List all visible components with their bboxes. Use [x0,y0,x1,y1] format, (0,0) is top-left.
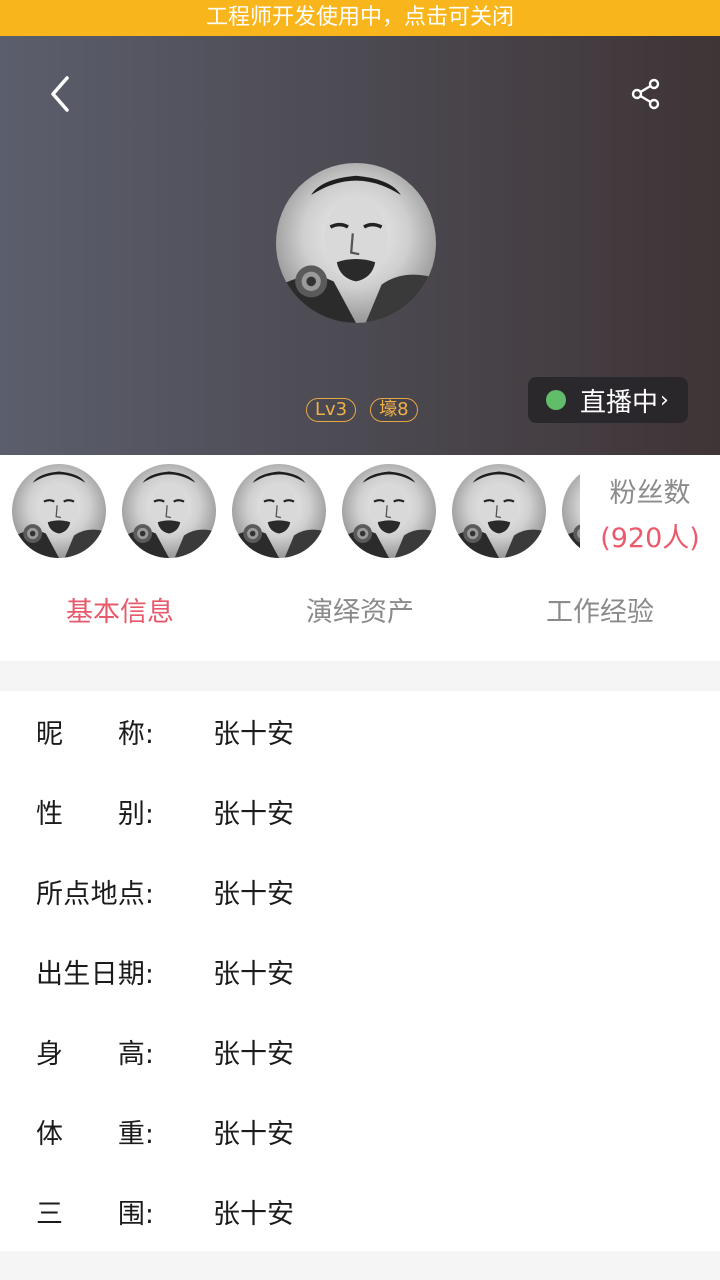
fan-avatar-image [122,464,216,558]
info-label-char: 身 [36,1039,63,1070]
info-row-weight: 体 重: 张十安 [0,1091,720,1171]
profile-tabs: 基本信息 演绎资产 工作经验 [0,565,720,661]
info-label: 三 围: [36,1171,154,1251]
chevron-right-icon: › [660,387,669,413]
fan-avatar[interactable] [12,464,106,558]
tab-work-experience[interactable]: 工作经验 [480,565,720,661]
info-label-char: 别: [117,799,154,830]
wealth-badge: 壕8 [370,398,418,422]
info-label-char: 围: [117,1199,154,1230]
info-label-char: 三 [36,1199,63,1230]
info-label: 出生日期: [36,931,154,1011]
profile-page: 工程师开发使用中，点击可关闭 Lv3 壕8 直播中 › 粉丝数 (920人) 基… [0,0,720,1280]
share-icon [631,78,660,110]
fan-avatar-image [452,464,546,558]
info-label: 昵 称: [36,691,154,771]
info-value: 张十安 [213,959,294,990]
info-value: 张十安 [213,1039,294,1070]
live-dot-icon [546,390,566,410]
fan-avatar-image [12,464,106,558]
info-label-char: 体 [36,1119,63,1150]
fan-avatar-image [232,464,326,558]
info-label-char: 昵 [36,719,63,750]
tab-basic-info[interactable]: 基本信息 [0,565,240,661]
info-value: 张十安 [213,719,294,750]
info-row-gender: 性 别: 张十安 [0,771,720,851]
info-label-char: 点: [117,879,154,910]
level-badges: Lv3 壕8 [306,398,418,422]
info-label-char: 生 [63,959,91,990]
info-label-char: 高: [117,1039,154,1070]
tab-performance-assets[interactable]: 演绎资产 [240,565,480,661]
back-button[interactable] [36,70,84,118]
fan-avatar[interactable] [342,464,436,558]
info-label-char: 所 [36,879,63,910]
info-value: 张十安 [213,1199,294,1230]
fan-count-value: (920人) [600,523,700,554]
fans-strip: 粉丝数 (920人) [0,455,720,565]
info-label: 所点地点: [36,851,154,931]
info-label-char: 称: [117,719,154,750]
info-label-char: 出 [36,959,63,990]
fan-count[interactable]: 粉丝数 (920人) [580,455,720,565]
fan-count-label: 粉丝数 [609,478,691,509]
info-row-location: 所点地点: 张十安 [0,851,720,931]
chevron-left-icon [51,76,69,112]
info-value: 张十安 [213,799,294,830]
info-label-char: 日 [90,959,118,990]
level-badge: Lv3 [306,398,357,422]
profile-avatar-image [276,163,436,323]
info-label: 身 高: [36,1011,154,1091]
fan-avatar[interactable] [452,464,546,558]
info-value: 张十安 [213,879,294,910]
info-label-char: 期: [117,959,154,990]
info-label-char: 重: [117,1119,154,1150]
basic-info-list: 昵 称: 张十安 性 别: 张十安 所点地点: 张十安 出生日期: 张十安 身 高: … [0,691,720,1251]
info-value: 张十安 [213,1119,294,1150]
profile-avatar[interactable] [276,163,436,323]
info-row-height: 身 高: 张十安 [0,1011,720,1091]
fan-avatar-image [342,464,436,558]
info-label: 性 别: [36,771,154,851]
info-row-measurements: 三 围: 张十安 [0,1171,720,1251]
info-label-char: 性 [36,799,63,830]
fan-avatar[interactable] [232,464,326,558]
info-label: 体 重: [36,1091,154,1171]
live-status-label: 直播中 [580,387,659,418]
profile-header: Lv3 壕8 直播中 › [0,36,720,455]
info-row-birthdate: 出生日期: 张十安 [0,931,720,1011]
share-button[interactable] [622,70,670,118]
info-label-char: 地 [90,879,118,910]
fan-avatar[interactable] [122,464,216,558]
live-status-button[interactable]: 直播中 › [528,377,688,423]
info-row-nickname: 昵 称: 张十安 [0,691,720,771]
dev-banner[interactable]: 工程师开发使用中，点击可关闭 [0,0,720,36]
info-label-char: 点 [63,879,91,910]
